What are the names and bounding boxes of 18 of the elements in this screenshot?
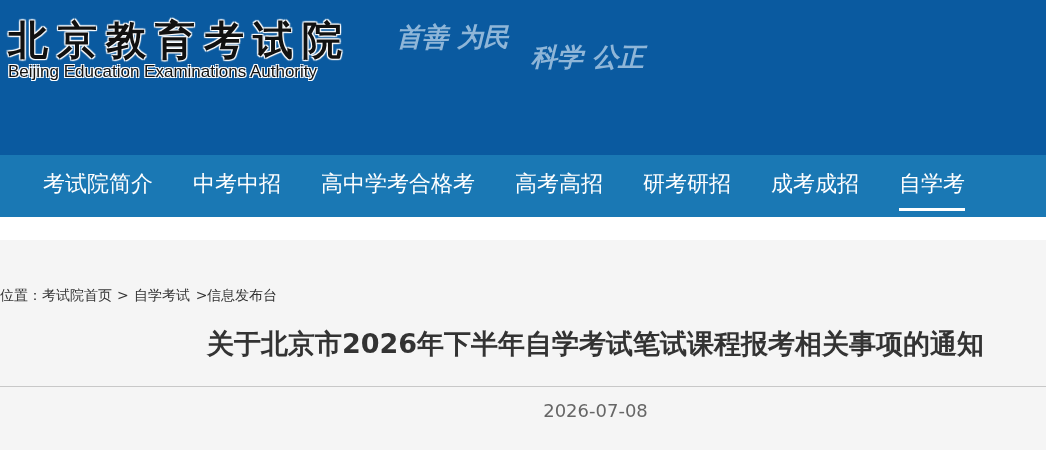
breadcrumb-separator: > <box>195 286 208 305</box>
nav-link[interactable]: 研考研招 <box>643 155 731 211</box>
logo-subtitle: Beijing Education Examinations Authority <box>8 62 317 83</box>
breadcrumb-link[interactable]: 考试院首页 <box>42 285 112 306</box>
nav-link[interactable]: 中考中招 <box>193 155 281 211</box>
breadcrumb-current: 信息发布台 <box>207 286 278 305</box>
nav-link[interactable]: 高中学考合格考 <box>321 155 475 211</box>
nav-link[interactable]: 高考高招 <box>515 155 603 211</box>
breadcrumb-separator: > <box>117 286 129 305</box>
logo-title: 北京教育考试院 <box>8 18 351 62</box>
breadcrumb-link[interactable]: 自学考试 <box>133 285 190 306</box>
nav-link[interactable]: 成考成招 <box>771 155 859 211</box>
nav-link[interactable]: 自学考 <box>899 155 965 211</box>
article-title: 关于北京市2026年下半年自学考试笔试课程报考相关事项的通知 <box>205 327 986 361</box>
breadcrumb-label: 位置： <box>0 286 42 305</box>
nav-link[interactable]: 考试院简介 <box>43 155 153 211</box>
slogan: 首善 为民 <box>396 21 510 54</box>
article-date: 2026-07-08 <box>543 400 648 422</box>
